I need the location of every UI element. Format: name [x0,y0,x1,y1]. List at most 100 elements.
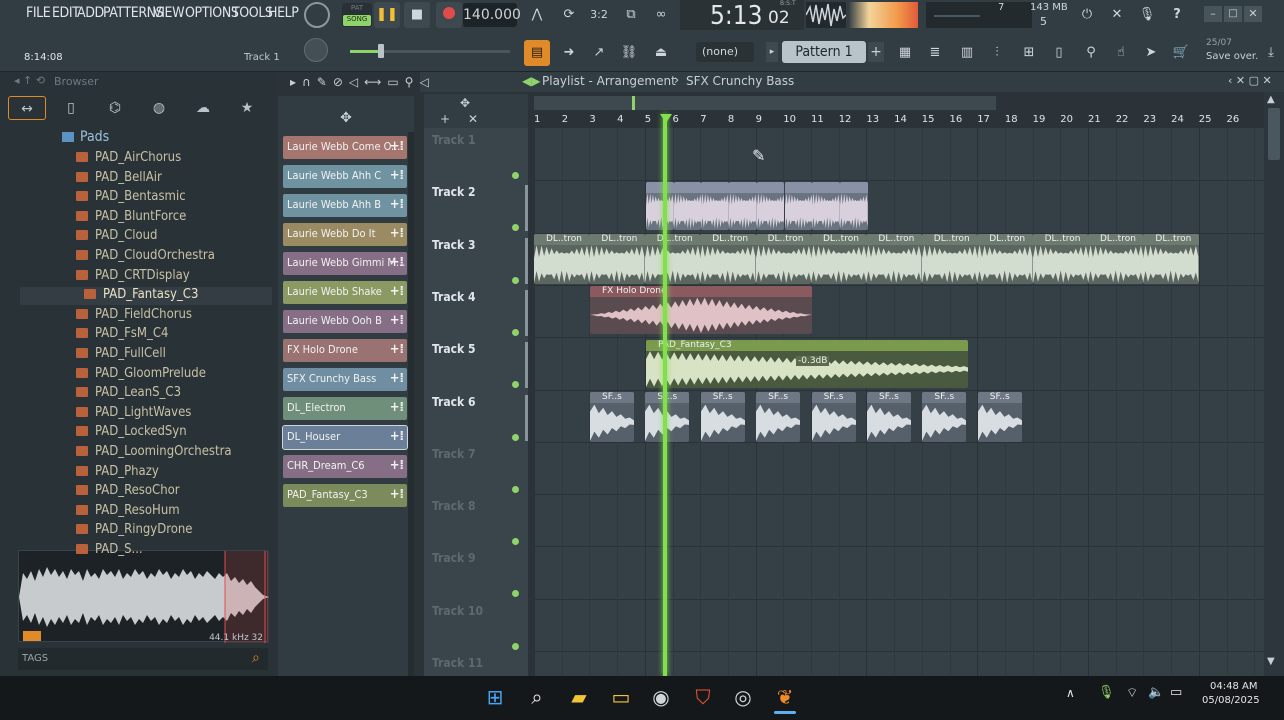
channel-button[interactable]: PAD_Fantasy_C3 +⁞ [283,484,407,507]
playlist-ruler[interactable]: 1 2 3 4 5 6 7 8 9 10 11 12 13 14 15 16 17 18 19 20 21 22 23 24 2… [534,114,1264,128]
track-name[interactable]: Track 3 [432,238,476,252]
plugin-icon[interactable]: ⚲ [1078,40,1104,66]
audio-clip[interactable]: FX Holo Drone [590,286,812,334]
menu-tools[interactable]: TOOLS [232,5,273,21]
channel-button[interactable]: Laurie Webb Ahh B +⁞ [283,194,407,217]
audio-clip[interactable]: DL..tron [534,234,590,284]
pattern-clip[interactable] [701,182,730,230]
pattern-clip[interactable] [729,182,757,230]
audio-clip[interactable]: PAD_Fantasy_C3 -0.3dB [646,340,968,388]
browser-arrows-icon[interactable]: ◂ ↑ ⟲ [14,74,45,87]
link-icon[interactable]: ⛓ [616,40,642,66]
audio-clip[interactable]: DL..tron [644,234,701,284]
touch-icon[interactable]: ☝ [1108,40,1134,66]
playhead-marker-icon[interactable] [660,114,672,123]
track-name[interactable]: Track 7 [432,447,476,461]
piano-roll-icon[interactable]: ↗ [586,40,612,66]
browser-item[interactable]: PAD_FsM_C4 [76,326,168,344]
playlist-icon[interactable]: ▤ [524,40,550,66]
track-mute-led[interactable] [512,381,519,389]
audio-clip[interactable]: SF..s [756,392,801,442]
playlist-window-controls[interactable]: ‹ ✕ ▢ ✕ [1228,74,1272,87]
track-mute-led[interactable] [512,642,519,650]
channel-rack-header-icon[interactable]: ✥ [286,110,406,126]
audio-clip[interactable]: SF..s [645,392,690,442]
tags-bar[interactable]: TAGS ⌕ [18,648,268,670]
browser-item[interactable]: PAD_ResoChor [76,483,180,501]
channel-route-icon[interactable]: +⁞ [390,342,404,357]
audio-clip[interactable]: DL..tron [589,234,645,284]
browser-item[interactable]: PAD_Fantasy_C3 [20,287,272,306]
clock-date[interactable]: 05/08/2025 [1202,695,1260,706]
browser-favorites-tab-icon[interactable]: ★ [228,96,266,120]
track-mute-led[interactable] [512,433,519,441]
browser-item[interactable]: PAD_LoomingOrchestra [76,444,232,462]
track-name[interactable]: Track 5 [432,342,476,356]
audio-clip[interactable]: SF..s [867,392,911,442]
channel-button[interactable]: DL_Houser +⁞ [282,425,408,450]
channel-rack-icon[interactable]: ≣ [922,40,948,66]
pin-panel-icon[interactable]: ⤓ [1258,40,1284,66]
send-icon[interactable]: ➤ [1138,40,1164,66]
master-pitch-slider[interactable] [350,44,510,58]
channel-route-icon[interactable]: +⁞ [390,284,404,299]
pattern-clip[interactable] [839,182,868,230]
channel-route-icon[interactable]: +⁞ [390,400,404,415]
clip-gain-label[interactable]: -0.3dB [796,356,830,366]
playlist-overview-scroll[interactable] [534,96,996,110]
channel-button[interactable]: DL_Electron +⁞ [283,397,407,420]
search-taskbar-icon[interactable]: ⌕ [522,682,552,712]
channel-button[interactable]: Laurie Webb Gimmi M... +⁞ [283,252,407,275]
steam-icon[interactable]: ◉ [646,682,676,712]
browser-item[interactable]: PAD_BellAir [76,170,162,188]
audio-clip[interactable]: SF..s [700,392,745,442]
sliders-icon[interactable]: ⫶ [984,40,1010,66]
pattern-clip[interactable] [756,182,785,230]
track-name[interactable]: Track 8 [432,499,476,513]
minimize-button[interactable]: – [1204,6,1222,22]
tree-icon[interactable]: ⊞ [1016,40,1042,66]
step-edit-icon[interactable]: ⧉ [618,2,644,28]
menu-help[interactable]: HELP [268,5,299,21]
browser-item[interactable]: PAD_FullCell [76,346,166,364]
clock-time[interactable]: 04:48 AM [1210,681,1257,692]
channel-button[interactable]: Laurie Webb Come O... +⁞ [283,136,407,159]
scroll-down-icon[interactable]: ▼ [1267,656,1275,667]
file-explorer-icon[interactable]: ▭ [606,682,636,712]
pattern-clip[interactable] [812,182,840,230]
audio-clip[interactable]: DL..tron [1088,234,1144,284]
audio-clip[interactable]: DL..tron [921,234,978,284]
track-name[interactable]: Track 4 [432,290,476,304]
audio-clip[interactable]: DL..tron [1143,234,1199,284]
brave-icon[interactable]: ⛉ [688,682,718,712]
browser-item[interactable]: PAD_Phazy [76,464,159,482]
browser-item[interactable]: PAD_RingyDrone [76,522,193,540]
countdown-icon[interactable]: 3:2 [586,2,612,28]
menu-edit[interactable]: EDIT [52,5,80,21]
track-mute-led[interactable] [512,328,519,336]
browser-item[interactable]: PAD_CloudOrchestra [76,248,215,266]
pattern-clip[interactable] [673,182,702,230]
playlist-move-icon[interactable]: ✥ [460,96,470,110]
channel-button[interactable]: FX Holo Drone +⁞ [283,339,407,362]
tray-volume-icon[interactable]: 🔈 [1148,685,1164,700]
playlist-scrollbar[interactable]: ▲ ▼ [1264,92,1284,676]
browser-item[interactable]: PAD_Cloud [76,228,158,246]
channel-button[interactable]: Laurie Webb Ahh C +⁞ [283,165,407,188]
close-button[interactable]: ✕ [1244,6,1262,22]
pattern-clip[interactable] [784,182,813,230]
stop-button[interactable]: ■ [404,2,430,28]
audio-clip[interactable]: SF..s [590,392,634,442]
loop-record-icon[interactable]: ∞ [648,2,674,28]
tray-mic-icon[interactable]: 🎙 [1098,685,1115,700]
prev-pattern-button[interactable]: ▸ [766,42,778,62]
track-mute-led[interactable] [512,276,519,284]
waveform-preview[interactable]: 44.1 kHz 32 [18,550,269,643]
channel-rack-scrollbar[interactable] [408,132,414,676]
channel-route-icon[interactable]: +⁞ [390,371,404,386]
channel-route-icon[interactable]: +⁞ [390,197,404,212]
tray-battery-icon[interactable]: ▭ [1170,685,1182,700]
browser-item[interactable]: PAD_CRTDisplay [76,268,190,286]
search-icon[interactable]: ⌕ [252,650,260,666]
pause-button[interactable]: ❚❚ [374,2,400,28]
